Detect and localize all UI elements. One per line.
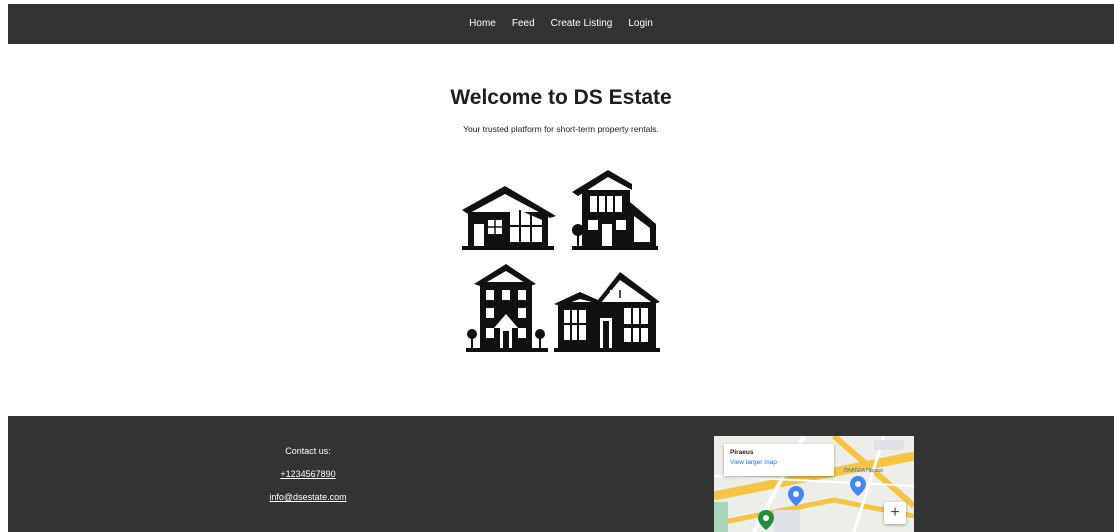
- house-twostory-icon: [466, 264, 548, 352]
- navbar: Home Feed Create Listing Login: [8, 4, 1114, 44]
- map-info-card: Piraeus View larger map: [724, 444, 834, 476]
- nav-create-listing-link[interactable]: Create Listing: [551, 19, 613, 29]
- map-zoom-in-button[interactable]: +: [884, 502, 906, 524]
- page-title: Welcome to DS Estate: [450, 86, 672, 109]
- map-place-name: Piraeus: [730, 449, 754, 456]
- contact-label: Contact us:: [285, 446, 331, 456]
- embedded-map[interactable]: ΠΛΑΤΕΙΑ Πειραιά Piraeus View larger map …: [714, 436, 914, 532]
- contact-block: Contact us: +1234567890 info@dsestate.co…: [238, 446, 378, 515]
- houses-illustration-icon: [462, 170, 660, 352]
- nav-feed-link[interactable]: Feed: [512, 19, 535, 29]
- email-link[interactable]: info@dsestate.com: [269, 492, 346, 502]
- house-modern-icon: [462, 186, 556, 250]
- map-street-label: ΠΛΑΤΕΙΑ Πειραιά: [844, 467, 883, 474]
- view-larger-map-link[interactable]: View larger map: [730, 459, 828, 466]
- page-subtitle: Your trusted platform for short-term pro…: [463, 124, 659, 134]
- house-tall-icon: [572, 170, 658, 250]
- house-wide-icon: [554, 272, 660, 352]
- nav-home-link[interactable]: Home: [469, 19, 496, 29]
- nav-login-link[interactable]: Login: [628, 19, 652, 29]
- page: Home Feed Create Listing Login Welcome t…: [0, 0, 1114, 532]
- phone-link[interactable]: +1234567890: [280, 469, 335, 479]
- footer: Contact us: +1234567890 info@dsestate.co…: [8, 416, 1114, 532]
